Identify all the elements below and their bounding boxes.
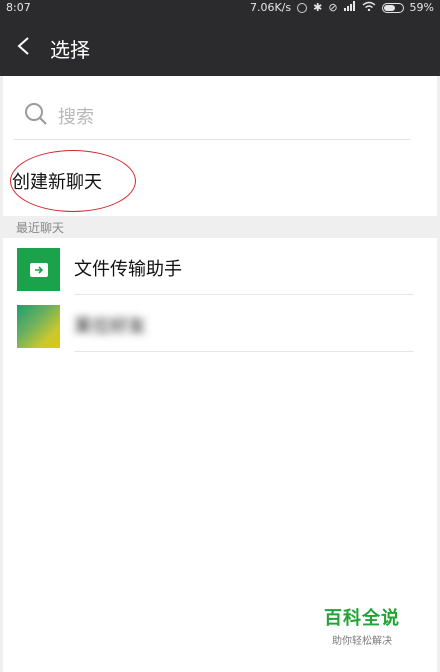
contact-name: 文件传输助手 [74,259,182,280]
page-title: 选择 [50,38,90,62]
battery-percent: 59% [409,1,434,14]
mute-icon: ⊘ [328,1,338,14]
battery-icon [381,2,404,13]
row-divider [74,294,414,295]
contact-name: 某位好友 [74,316,146,337]
status-time: 8:07 [6,1,31,14]
status-bar: 8:07 7.06K/s ✱ ⊘ 59% [0,0,440,16]
wifi-icon [362,1,376,14]
recent-chats-label: 最近聊天 [16,221,65,235]
back-button[interactable] [16,36,30,56]
signal-icon [343,1,356,14]
recent-chats-header: 最近聊天 [0,216,440,238]
privacy-dot-icon [297,2,308,13]
contact-avatar [17,305,60,348]
search-divider [14,139,410,140]
watermark-title: 百科全说 [324,608,400,629]
watermark-subtitle: 助你轻松解决 [332,636,392,647]
watermark-logo: 百科全说 助你轻松解决 [324,604,400,647]
row-divider [74,351,414,352]
search-bar[interactable]: 搜索 [20,95,410,135]
highlight-circle [10,150,136,212]
net-speed: 7.06K/s [249,1,292,14]
file-transfer-icon [17,248,60,291]
header-bar: 选择 [0,16,440,76]
search-input[interactable]: 搜索 [58,103,94,129]
bluetooth-icon: ✱ [313,1,323,14]
chevron-left-icon [17,37,29,55]
list-item[interactable]: 文件传输助手 [0,239,440,295]
left-edge [0,76,3,672]
list-item[interactable]: 某位好友 [0,296,440,352]
search-icon [25,103,47,125]
status-icons: 7.06K/s ✱ ⊘ 59% [250,1,434,14]
